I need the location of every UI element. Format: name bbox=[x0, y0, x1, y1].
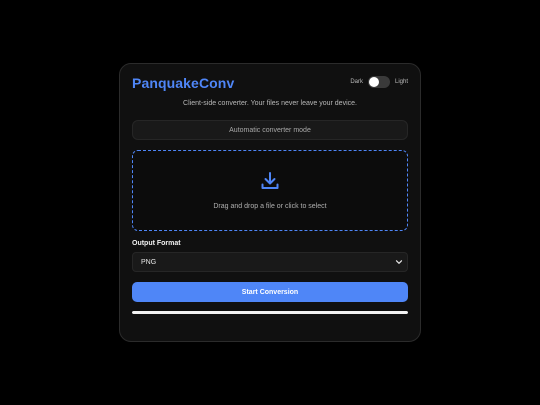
output-format-select[interactable]: PNG bbox=[132, 252, 408, 272]
app-title: PanquakeConv bbox=[132, 75, 235, 91]
converter-mode-label: Automatic converter mode bbox=[229, 126, 311, 134]
converter-card: PanquakeConv Dark Light Client-side conv… bbox=[119, 63, 421, 342]
conversion-progress-bar bbox=[132, 311, 408, 314]
theme-switch[interactable] bbox=[367, 76, 390, 88]
light-label: Light bbox=[394, 79, 408, 85]
output-format-label: Output Format bbox=[132, 240, 181, 247]
start-conversion-button[interactable]: Start Conversion bbox=[132, 282, 408, 302]
dark-label: Dark bbox=[350, 79, 363, 85]
output-format-value: PNG bbox=[141, 258, 157, 266]
converter-mode-indicator: Automatic converter mode bbox=[132, 120, 408, 140]
dropzone-text: Drag and drop a file or click to select bbox=[213, 203, 327, 210]
app-subtitle: Client-side converter. Your files never … bbox=[183, 100, 357, 107]
start-conversion-label: Start Conversion bbox=[241, 288, 299, 296]
theme-switch-knob bbox=[368, 77, 379, 87]
file-dropzone[interactable]: Drag and drop a file or click to select bbox=[132, 150, 408, 231]
conversion-progress-fill bbox=[132, 311, 408, 314]
download-tray-icon bbox=[261, 172, 279, 189]
chevron-down-icon bbox=[395, 260, 403, 264]
theme-toggle: Dark Light bbox=[350, 76, 408, 88]
